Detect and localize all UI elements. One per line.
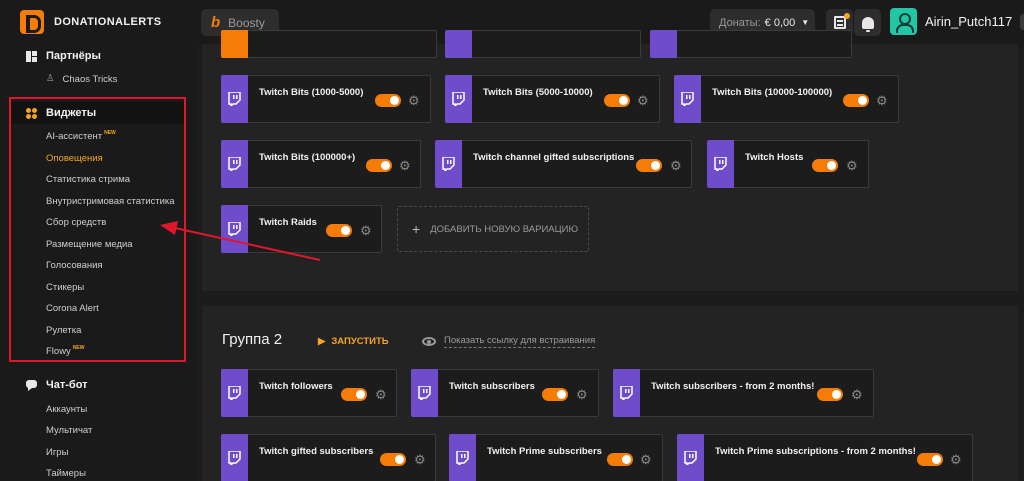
annotation-arrow bbox=[160, 221, 321, 261]
